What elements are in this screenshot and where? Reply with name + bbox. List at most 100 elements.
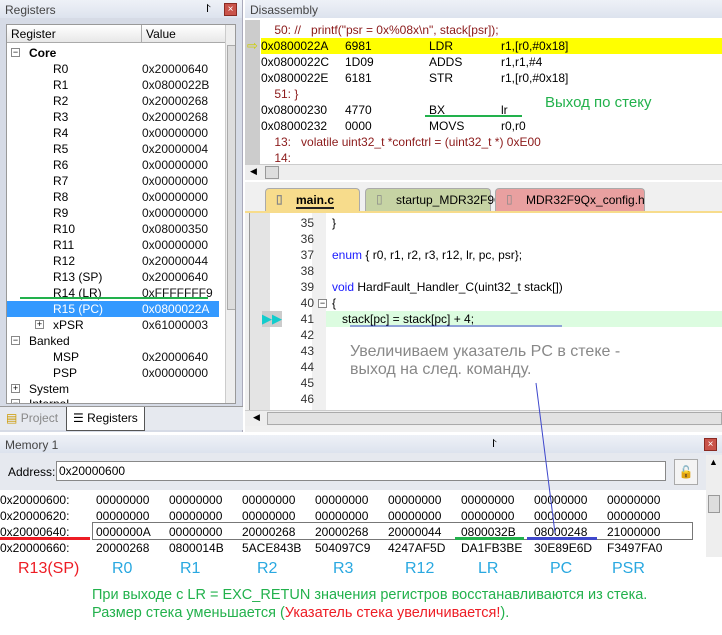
memory-word[interactable]: 00000000	[169, 508, 222, 524]
register-row[interactable]: R12 0x20000044	[7, 253, 219, 269]
source-line[interactable]: 51: }	[261, 86, 722, 102]
stack-label: LR	[478, 560, 499, 577]
memory-word[interactable]: 20000044	[388, 524, 441, 540]
register-row[interactable]: R4 0x00000000	[7, 125, 219, 141]
code-line[interactable]: 44	[250, 359, 722, 375]
expand-toggle-icon[interactable]: +	[11, 384, 20, 393]
memory-word[interactable]: 0000000A	[96, 524, 151, 540]
column-value[interactable]: Value	[142, 25, 225, 43]
memory-word[interactable]: DA1FB3BE	[461, 540, 522, 556]
asm-line[interactable]: 0x08000232 0000 MOVS r0,r0	[261, 118, 722, 134]
memory-word[interactable]: 00000000	[607, 492, 660, 508]
code-area[interactable]: Увеличиваем указатель PC в стеке - выход…	[249, 213, 722, 410]
memory-word[interactable]: 30E89E6D	[534, 540, 592, 556]
memory-word[interactable]: 21000000	[607, 524, 660, 540]
register-name: MSP	[53, 350, 80, 364]
memory-word[interactable]: 00000000	[461, 492, 514, 508]
code-line[interactable]: 45	[250, 375, 722, 391]
memory-word[interactable]: 00000000	[96, 492, 149, 508]
code-line[interactable]: 37 enum { r0, r1, r2, r3, r12, lr, pc, ps…	[250, 247, 722, 263]
code-line[interactable]: 41 stack[pc] = stack[pc] + 4; ▶▶	[262, 311, 722, 327]
memory-word[interactable]: 00000000	[534, 492, 587, 508]
tab-mdr32f9qx-config-h[interactable]: ▯ MDR32F9Qx_config.h	[495, 188, 645, 211]
asm-line[interactable]: 0x0800022C 1D09 ADDS r1,r1,#4	[261, 54, 722, 70]
memory-word[interactable]: 00000000	[607, 508, 660, 524]
memory-word[interactable]: 00000000	[242, 492, 295, 508]
tree-group[interactable]: − Internal	[7, 396, 219, 403]
memory-word[interactable]: 00000000	[315, 508, 368, 524]
asm-line[interactable]: 0x0800022A 6981 LDR r1,[r0,#0x18] ⇨	[247, 38, 722, 54]
register-row[interactable]: R13 (SP) 0x20000640	[7, 269, 219, 285]
tree-group[interactable]: + System	[7, 381, 219, 397]
memory-word[interactable]: 20000268	[96, 540, 149, 556]
expand-toggle-icon[interactable]: −	[11, 48, 20, 57]
tab-main-c[interactable]: ▯ main.c	[265, 188, 360, 211]
register-row[interactable]: R1 0x0800022B	[7, 77, 219, 93]
register-row[interactable]: PSP 0x00000000	[7, 365, 219, 381]
code-line[interactable]: 39 void HardFault_Handler_C(uint32_t stac…	[250, 279, 722, 295]
memory-word[interactable]: 00000000	[461, 508, 514, 524]
pin-icon[interactable]: ⨡	[206, 3, 210, 16]
address-input[interactable]	[56, 461, 666, 481]
registers-icon: ☰	[73, 411, 84, 425]
memory-word[interactable]: 00000000	[242, 508, 295, 524]
register-row[interactable]: R8 0x00000000	[7, 189, 219, 205]
memory-word[interactable]: 5ACE843B	[242, 540, 301, 556]
code-line[interactable]: 35}	[250, 215, 722, 231]
register-row[interactable]: R6 0x00000000	[7, 157, 219, 173]
source-line[interactable]: 50: // printf("psr = 0x%08x\n", stack[ps…	[261, 22, 722, 38]
expand-toggle-icon[interactable]: +	[35, 320, 44, 329]
asm-line[interactable]: 0x0800022E 6181 STR r1,[r0,#0x18]	[261, 70, 722, 86]
code-line[interactable]: 40 {−	[250, 295, 722, 311]
memory-word[interactable]: 504097C9	[315, 540, 370, 556]
pin-icon[interactable]: ⨡	[492, 438, 496, 451]
memory-word[interactable]: 00000000	[96, 508, 149, 524]
close-icon[interactable]: ×	[224, 3, 237, 16]
memory-word[interactable]: 00000000	[169, 492, 222, 508]
horizontal-scrollbar[interactable]: ◀	[245, 164, 722, 180]
asm-line[interactable]: 0x08000230 4770 BX lr	[261, 102, 722, 118]
expand-toggle-icon[interactable]: −	[11, 336, 20, 345]
vertical-scrollbar[interactable]: ▲	[706, 455, 722, 557]
register-row[interactable]: R0 0x20000640	[7, 61, 219, 77]
register-row[interactable]: MSP 0x20000640	[7, 349, 219, 365]
memory-word[interactable]: 20000268	[242, 524, 295, 540]
tab-project[interactable]: ▤ Project	[6, 411, 58, 425]
code-line[interactable]: 38	[250, 263, 722, 279]
register-row[interactable]: R10 0x08000350	[7, 221, 219, 237]
register-row[interactable]: R11 0x00000000	[7, 237, 219, 253]
tree-group[interactable]: − Banked	[7, 333, 219, 349]
memory-word[interactable]: 00000000	[388, 508, 441, 524]
memory-word[interactable]: 4247AF5D	[388, 540, 445, 556]
collapse-toggle-icon[interactable]: −	[318, 299, 327, 308]
code-line[interactable]: 46	[250, 391, 722, 407]
memory-word[interactable]: 00000000	[388, 492, 441, 508]
register-row[interactable]: R2 0x20000268	[7, 93, 219, 109]
register-row[interactable]: + xPSR 0x61000003	[7, 317, 219, 333]
code-line[interactable]: 43	[250, 343, 722, 359]
register-row[interactable]: R7 0x00000000	[7, 173, 219, 189]
memory-word[interactable]: 00000000	[315, 492, 368, 508]
tree-group[interactable]: − Core	[7, 45, 219, 61]
lock-icon[interactable]: 🔓	[674, 459, 698, 485]
register-row[interactable]: R15 (PC) 0x0800022A	[7, 301, 219, 317]
source-line[interactable]: 14:	[261, 150, 722, 166]
memory-word[interactable]: 00000000	[169, 524, 222, 540]
register-row[interactable]: R3 0x20000268	[7, 109, 219, 125]
column-register[interactable]: Register	[7, 25, 142, 43]
code-line[interactable]: 36	[250, 231, 722, 247]
tab-startup-mdr32f9qx-s[interactable]: ▯ startup_MDR32F9Qx.s	[365, 188, 519, 211]
memory-word[interactable]: 0800014B	[169, 540, 224, 556]
register-row[interactable]: R9 0x00000000	[7, 205, 219, 221]
register-row[interactable]: R5 0x20000004	[7, 141, 219, 157]
expand-toggle-icon[interactable]: −	[11, 399, 20, 403]
asm-addr: 0x0800022C	[261, 55, 330, 69]
horizontal-scrollbar[interactable]: ◀	[245, 410, 722, 426]
source-line[interactable]: 13: volatile uint32_t *confctrl = (uint3…	[261, 134, 722, 150]
memory-word[interactable]: 00000000	[534, 508, 587, 524]
tab-registers[interactable]: ☰ Registers	[66, 407, 145, 431]
memory-word[interactable]: 20000268	[315, 524, 368, 540]
scrollbar[interactable]	[225, 25, 235, 403]
code-line[interactable]: 42	[250, 327, 722, 343]
memory-word[interactable]: F3497FA0	[607, 540, 662, 556]
